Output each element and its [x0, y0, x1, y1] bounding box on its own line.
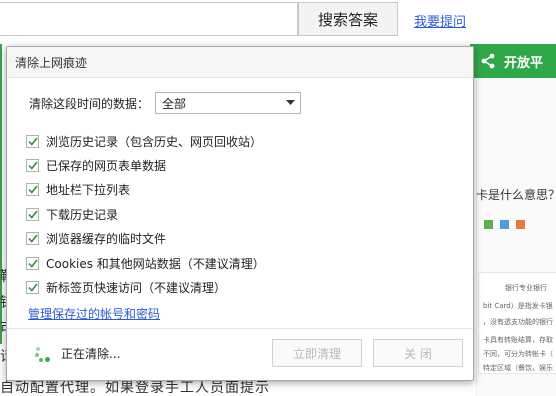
clear-option-label: 下载历史记录 — [46, 207, 119, 222]
article-thumbnail: 银行专业银行 bit Card）是指发卡银 ，没有透支功能的银行 卡具有转账结算… — [478, 272, 556, 374]
clear-option-item[interactable]: 地址栏下拉列表 — [26, 178, 265, 202]
ask-question-link[interactable]: 我要提问 — [414, 11, 466, 30]
clear-option-label: 地址栏下拉列表 — [46, 183, 131, 198]
check-icon — [27, 234, 38, 243]
thumb-line: ，没有透支功能的银行 — [483, 318, 553, 326]
chevron-down-icon[interactable] — [280, 93, 300, 113]
check-icon — [27, 259, 38, 268]
thumb-line: 特定区域（餐饮，娱乐 — [483, 364, 553, 372]
thumb-line: 银行专业银行 — [505, 284, 547, 292]
dialog-title: 清除上网痕迹 — [15, 55, 88, 70]
time-range-select[interactable]: 全部 — [155, 92, 302, 114]
close-button[interactable]: 关 闭 — [373, 339, 463, 367]
checkbox[interactable] — [26, 134, 39, 148]
checkbox[interactable] — [26, 183, 39, 197]
clear-option-label: 浏览器缓存的临时文件 — [46, 232, 167, 247]
check-icon — [27, 185, 38, 195]
thumb-line: 卡具有转账结算，存取 — [483, 336, 553, 344]
clear-now-button[interactable]: 立即清理 — [272, 339, 362, 367]
clear-history-dialog: 清除上网痕迹 清除这段时间的数据： 全部 浏览历史记录（包含历史、网页回收站） 已… — [6, 46, 474, 381]
checkbox[interactable] — [26, 256, 39, 270]
clear-option-item[interactable]: 新标签页快速访问（不建议清理） — [26, 275, 265, 299]
loading-spinner-icon — [35, 346, 51, 362]
clear-option-label: Cookies 和其他网站数据（不建议清理） — [46, 256, 265, 271]
check-icon — [27, 137, 38, 146]
clear-option-item[interactable]: Cookies 和其他网站数据（不建议清理） — [26, 251, 265, 275]
check-icon — [27, 210, 38, 219]
time-range-row: 清除这段时间的数据： 全部 — [29, 92, 302, 114]
clear-option-label: 已保存的网页表单数据 — [46, 159, 167, 174]
footer-divider — [7, 328, 473, 329]
dialog-title-bar: 清除上网痕迹 — [7, 47, 473, 78]
time-range-label: 清除这段时间的数据： — [29, 96, 150, 111]
check-icon — [27, 161, 38, 170]
clearing-status: 正在清除... — [35, 345, 120, 362]
thumb-line: 不同，可分为转帐卡（ — [483, 350, 553, 358]
clearing-status-text: 正在清除... — [61, 347, 121, 361]
social-icon[interactable] — [500, 220, 509, 229]
social-icon[interactable] — [516, 220, 525, 229]
right-question-text[interactable]: 卡是什么意思？ — [476, 186, 556, 203]
clear-option-item[interactable]: 浏览历史记录（包含历史、网页回收站） — [26, 129, 265, 153]
clear-option-item[interactable]: 下载历史记录 — [26, 202, 265, 226]
checkbox[interactable] — [26, 232, 39, 246]
clear-option-item[interactable]: 已保存的网页表单数据 — [26, 153, 265, 177]
manage-passwords-link[interactable]: 管理保存过的帐号和密码 — [28, 305, 160, 322]
open-platform-label: 开放平 — [504, 55, 544, 71]
time-range-value: 全部 — [162, 96, 187, 111]
search-button[interactable]: 搜索答案 — [298, 2, 398, 36]
clear-options-list: 浏览历史记录（包含历史、网页回收站） 已保存的网页表单数据 地址栏下拉列表 下载历史记… — [26, 129, 265, 300]
checkbox[interactable] — [26, 207, 39, 221]
social-icon[interactable] — [484, 220, 493, 229]
clear-option-label: 新标签页快速访问（不建议清理） — [46, 281, 227, 296]
check-icon — [27, 283, 38, 292]
open-platform-bar[interactable]: 开放平 — [470, 44, 556, 78]
search-input[interactable] — [0, 2, 298, 36]
checkbox[interactable] — [26, 159, 39, 173]
share-icon — [481, 53, 495, 69]
checkbox[interactable] — [26, 281, 39, 295]
thumb-line: bit Card）是指发卡银 — [483, 302, 553, 310]
clear-option-item[interactable]: 浏览器缓存的临时文件 — [26, 227, 265, 251]
clear-option-label: 浏览历史记录（包含历史、网页回收站） — [46, 134, 263, 149]
